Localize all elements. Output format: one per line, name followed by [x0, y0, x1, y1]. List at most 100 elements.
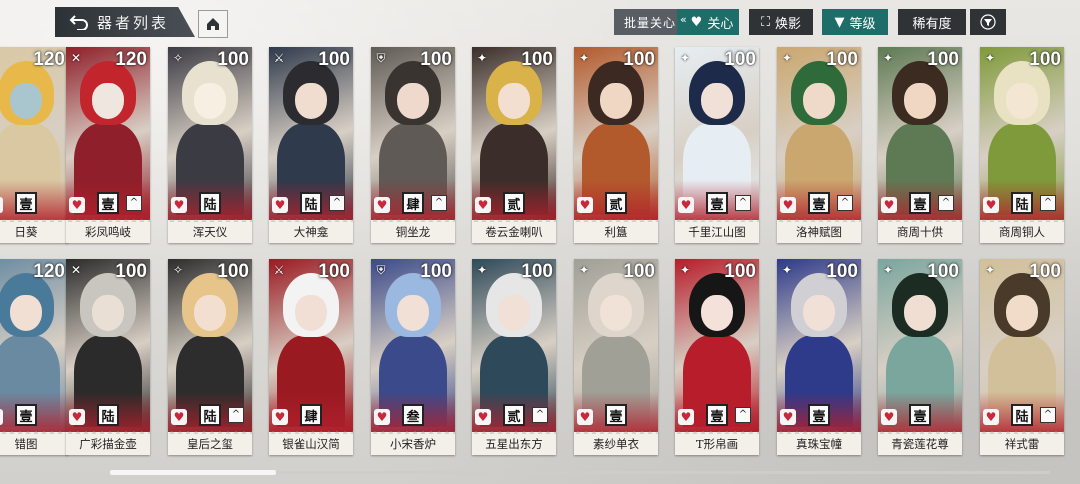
funnel-icon [980, 14, 996, 30]
rank-badge: 贰 [503, 192, 525, 214]
character-card[interactable]: ⛨ 100 ♥ 叁小宋香炉 [371, 259, 455, 455]
character-card[interactable]: ✦ 100 ♥ 壹 ^ 千里江山图 [675, 47, 759, 243]
care-heart-icon[interactable]: ♥ [678, 409, 694, 425]
rank-badge: 陆 [199, 192, 221, 214]
care-heart-icon[interactable]: ♥ [983, 409, 999, 425]
character-card[interactable]: ✦ 100 ♥ 陆 ^ 商周铜人 [980, 47, 1064, 243]
character-card[interactable]: ✦ 100 ♥ 贰利簋 [574, 47, 658, 243]
character-card[interactable]: ✦ 120 ♥ 壹日葵 [0, 47, 68, 243]
class-icon: ✦ [781, 263, 793, 277]
care-heart-icon[interactable]: ♥ [780, 409, 796, 425]
class-icon: ⚔ [273, 263, 285, 277]
triangle-down-icon: ▼ [834, 14, 845, 30]
character-name: 广彩描金壶 [79, 437, 137, 451]
filter-rarity-label: 稀有度 [912, 16, 952, 32]
character-card[interactable]: ⚔ 100 ♥ 肆银雀山汉简 [269, 259, 353, 455]
class-icon: ✦ [476, 51, 488, 65]
rank-badge: 壹 [15, 404, 37, 426]
funnel-filter-button[interactable] [970, 9, 1006, 35]
character-name: 卷云金喇叭 [485, 225, 543, 239]
care-heart-icon[interactable]: ♥ [983, 197, 999, 213]
care-heart-icon[interactable]: ♥ [272, 409, 288, 425]
batch-care-label: 批量关心 [623, 15, 676, 30]
class-icon: ✦ [476, 263, 488, 277]
care-heart-icon[interactable]: ♥ [881, 197, 897, 213]
care-heart-icon[interactable]: ♥ [374, 409, 390, 425]
care-heart-icon[interactable]: ♥ [475, 197, 491, 213]
care-heart-icon[interactable]: ♥ [577, 197, 593, 213]
back-icon[interactable] [69, 14, 89, 30]
upgrade-indicator-icon: ^ [1040, 407, 1056, 423]
character-card[interactable]: ✦ 100 ♥ 贰卷云金喇叭 [472, 47, 556, 243]
upgrade-indicator-icon: ^ [1040, 195, 1056, 211]
rank-badge: 壹 [706, 404, 728, 426]
level-label: 100 [217, 261, 249, 282]
level-label: 100 [318, 261, 350, 282]
rank-badge: 肆 [402, 192, 424, 214]
character-card[interactable]: ✦ 100 ♥ 壹真珠宝幢 [777, 259, 861, 455]
character-card[interactable]: ⚔ 100 ♥ 陆 ^ 大神龛 [269, 47, 353, 243]
care-heart-icon[interactable]: ♥ [69, 197, 85, 213]
care-heart-icon[interactable]: ♥ [171, 197, 187, 213]
rank-badge: 壹 [97, 192, 119, 214]
level-label: 100 [521, 261, 553, 282]
care-heart-icon[interactable]: ♥ [577, 409, 593, 425]
character-card[interactable]: ✧ 100 ♥ 陆浑天仪 [168, 47, 252, 243]
character-card[interactable]: ✦ 100 ♥ 壹 ^ 洛神赋图 [777, 47, 861, 243]
title-tab[interactable]: 器者列表 [55, 7, 195, 37]
level-label: 100 [217, 49, 249, 70]
character-name: 商周十供 [897, 225, 943, 239]
character-card[interactable]: ⛨ 100 ♥ 肆 ^ 铜坐龙 [371, 47, 455, 243]
care-heart-icon[interactable]: ♥ [69, 409, 85, 425]
care-heart-icon[interactable]: ♥ [0, 197, 3, 213]
care-heart-icon[interactable]: ♥ [678, 197, 694, 213]
level-label: 100 [318, 49, 350, 70]
character-card[interactable]: ✕ 120 ♥ 壹 ^ 彩凤鸣岐 [66, 47, 150, 243]
class-icon: ⛨ [376, 51, 386, 65]
character-name: 铜坐龙 [395, 225, 431, 239]
scrollbar-thumb[interactable] [110, 470, 276, 475]
character-card[interactable]: ✕ 100 ♥ 陆广彩描金壶 [66, 259, 150, 455]
care-heart-icon[interactable]: ♥ [0, 409, 3, 425]
class-icon: ✦ [781, 51, 793, 65]
upgrade-indicator-icon: ^ [228, 407, 244, 423]
class-icon: ✕ [70, 51, 82, 65]
character-card[interactable]: ✦ 100 ♥ 壹 ^ 商周十供 [878, 47, 962, 243]
character-name: 千里江山图 [688, 225, 746, 239]
level-label: 120 [115, 49, 147, 70]
rank-badge: 壹 [706, 192, 728, 214]
character-card[interactable]: ✦ 100 ♥ 贰 ^ 五星出东方 [472, 259, 556, 455]
rank-badge: 陆 [1011, 404, 1033, 426]
filter-skin-button[interactable]: ⛶ 焕影 [749, 9, 813, 35]
filter-rarity-button[interactable]: 稀有度 [898, 9, 966, 35]
care-heart-icon[interactable]: ♥ [475, 409, 491, 425]
upgrade-indicator-icon: ^ [837, 195, 853, 211]
level-label: 100 [1029, 49, 1061, 70]
rank-badge: 贰 [503, 404, 525, 426]
upgrade-indicator-icon: ^ [735, 407, 751, 423]
level-label: 100 [724, 49, 756, 70]
collapse-chevron-icon[interactable]: « [680, 13, 687, 26]
batch-care-button[interactable]: 批量关心 [614, 9, 686, 35]
filter-level-button[interactable]: ▼ 等级 [822, 9, 888, 35]
character-card[interactable]: ✦ 100 ♥ 壹 ^ T形帛画 [675, 259, 759, 455]
rank-badge: 陆 [199, 404, 221, 426]
care-heart-icon[interactable]: ♥ [171, 409, 187, 425]
character-card[interactable]: ✦ 120 ♥ 壹错图 [0, 259, 68, 455]
character-name: 小宋香炉 [390, 437, 436, 451]
card-grid: ✦120♥壹日葵✕120♥壹^彩凤鸣岐✧100♥陆浑天仪⚔100♥陆^大神龛⛨1… [0, 47, 1080, 457]
character-card[interactable]: ✦ 100 ♥ 陆 ^ 祥式雷 [980, 259, 1064, 455]
care-heart-icon[interactable]: ♥ [881, 409, 897, 425]
care-heart-icon[interactable]: ♥ [272, 197, 288, 213]
character-card[interactable]: ✦ 100 ♥ 壹青瓷莲花尊 [878, 259, 962, 455]
care-heart-icon[interactable]: ♥ [780, 197, 796, 213]
heart-icon: ♥ [690, 14, 703, 30]
home-button[interactable] [198, 10, 228, 38]
level-label: 100 [1029, 261, 1061, 282]
character-card[interactable]: ✧ 100 ♥ 陆 ^ 皇后之玺 [168, 259, 252, 455]
character-name: 祥式雷 [1004, 437, 1040, 451]
character-card[interactable]: ✦ 100 ♥ 壹素纱单衣 [574, 259, 658, 455]
character-name: 银雀山汉简 [282, 437, 340, 451]
care-heart-icon[interactable]: ♥ [374, 197, 390, 213]
class-icon: ✦ [0, 263, 1, 277]
